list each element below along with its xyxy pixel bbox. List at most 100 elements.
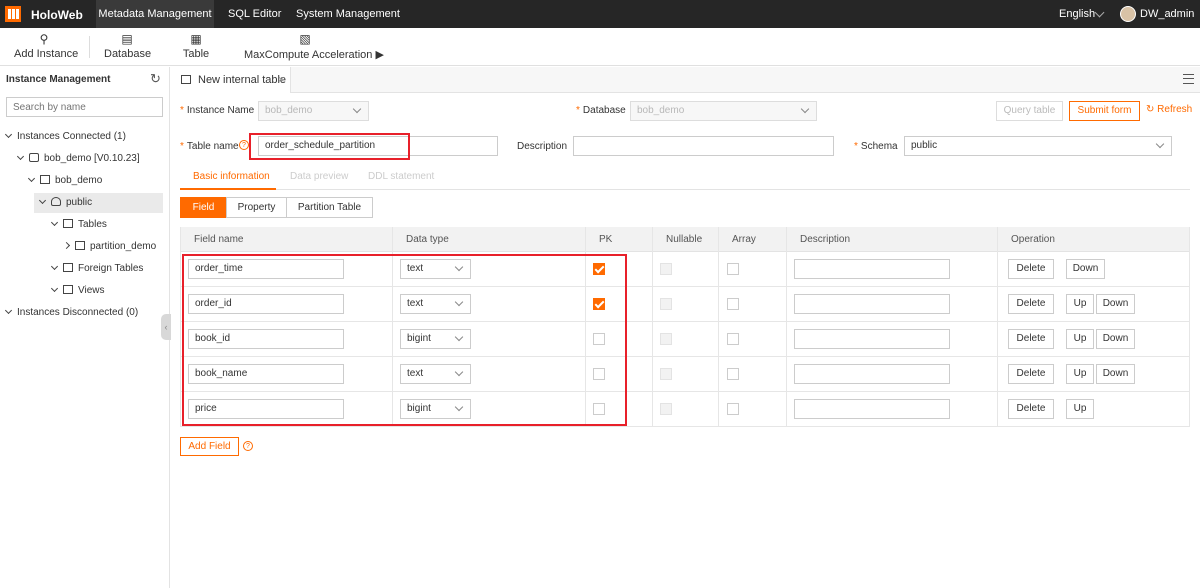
refresh-icon: ↻ bbox=[1146, 104, 1155, 115]
close-icon[interactable]: × bbox=[278, 67, 284, 93]
toolbar: ⚲ Add Instance ▤ Database ▦ Table ▧ MaxC… bbox=[0, 28, 1200, 66]
help-icon[interactable]: ? bbox=[239, 140, 249, 150]
database-select: bob_demo bbox=[630, 101, 817, 121]
tree-foreign-tables[interactable]: Foreign Tables bbox=[50, 260, 143, 278]
tree-table-partition-demo[interactable]: partition_demo bbox=[62, 238, 156, 256]
down-button[interactable]: Down bbox=[1066, 259, 1105, 279]
database-icon bbox=[40, 175, 50, 184]
highlight-box bbox=[182, 254, 627, 426]
nav-tab-metadata-management[interactable]: Metadata Management bbox=[96, 0, 214, 28]
chevron-left-icon[interactable]: ‹ bbox=[165, 322, 168, 332]
tab-basic-information[interactable]: Basic information bbox=[193, 171, 270, 182]
chevron-down-icon[interactable] bbox=[27, 174, 36, 183]
nav-tab-system-management[interactable]: System Management bbox=[296, 0, 400, 28]
col-operation: Operation bbox=[1011, 234, 1055, 245]
down-button[interactable]: Down bbox=[1096, 364, 1135, 384]
refresh-button[interactable]: ↻ Refresh bbox=[1146, 104, 1192, 115]
array-checkbox[interactable] bbox=[727, 368, 739, 380]
tree-views[interactable]: Views bbox=[50, 282, 105, 300]
delete-button[interactable]: Delete bbox=[1008, 294, 1054, 314]
down-button[interactable]: Down bbox=[1096, 329, 1135, 349]
foreign-table-icon bbox=[63, 263, 73, 272]
add-instance-label: Add Instance bbox=[14, 48, 79, 60]
username[interactable]: DW_admin bbox=[1140, 0, 1194, 28]
add-instance-button[interactable]: ⚲ Add Instance bbox=[14, 32, 79, 60]
collapse-sidebar-handle[interactable]: ‹ bbox=[161, 314, 171, 340]
plug-icon: ⚲ bbox=[39, 32, 49, 46]
description-input[interactable] bbox=[794, 364, 950, 384]
database-button[interactable]: ▤ Database bbox=[104, 32, 152, 60]
delete-button[interactable]: Delete bbox=[1008, 364, 1054, 384]
up-button[interactable]: Up bbox=[1066, 364, 1094, 384]
table-button[interactable]: ▦ Table bbox=[180, 32, 212, 60]
description-label: Description bbox=[517, 141, 568, 152]
search-input[interactable] bbox=[6, 97, 163, 117]
editor-tab-bar: New internal table × bbox=[171, 67, 1200, 93]
maxcompute-acceleration-button[interactable]: ▧ MaxCompute Acceleration ▶ bbox=[244, 32, 384, 61]
array-checkbox[interactable] bbox=[727, 403, 739, 415]
description-input[interactable] bbox=[794, 399, 950, 419]
schema-icon bbox=[51, 197, 61, 206]
down-button[interactable]: Down bbox=[1096, 294, 1135, 314]
highlight-box bbox=[249, 133, 410, 160]
chevron-down-icon[interactable] bbox=[50, 262, 59, 271]
instance-icon bbox=[29, 153, 39, 162]
table-name-label: * Table name bbox=[180, 141, 239, 152]
active-tab-indicator bbox=[180, 188, 276, 190]
language-selector[interactable]: English bbox=[1059, 0, 1095, 28]
table-icon bbox=[75, 241, 85, 250]
sidebar-title: Instance Management bbox=[6, 74, 111, 85]
up-button[interactable]: Up bbox=[1066, 294, 1094, 314]
delete-button[interactable]: Delete bbox=[1008, 399, 1054, 419]
toolbar-divider bbox=[89, 36, 90, 58]
array-checkbox[interactable] bbox=[727, 333, 739, 345]
chevron-down-icon[interactable] bbox=[38, 196, 47, 205]
nullable-checkbox bbox=[660, 263, 672, 275]
array-checkbox[interactable] bbox=[727, 263, 739, 275]
segment-field[interactable]: Field bbox=[180, 197, 227, 218]
array-checkbox[interactable] bbox=[727, 298, 739, 310]
brand-name: HoloWeb bbox=[31, 8, 83, 22]
col-pk: PK bbox=[599, 234, 613, 245]
tree-instances-connected[interactable]: Instances Connected (1) bbox=[4, 128, 126, 146]
segment-partition-table[interactable]: Partition Table bbox=[286, 197, 373, 218]
submit-form-button[interactable]: Submit form bbox=[1069, 101, 1140, 121]
top-nav-bar: HoloWeb Metadata Management SQL Editor S… bbox=[0, 0, 1200, 28]
play-icon: ▶ bbox=[375, 49, 384, 61]
chevron-down-icon[interactable] bbox=[4, 130, 13, 139]
description-input[interactable] bbox=[794, 259, 950, 279]
tree-database-bob-demo[interactable]: bob_demo bbox=[27, 172, 102, 190]
avatar[interactable] bbox=[1120, 6, 1136, 22]
description-input[interactable] bbox=[794, 294, 950, 314]
segment-property[interactable]: Property bbox=[226, 197, 287, 218]
chevron-down-icon[interactable] bbox=[16, 152, 25, 161]
description-input[interactable] bbox=[573, 136, 834, 156]
chevron-down-icon[interactable] bbox=[1155, 139, 1165, 149]
chevron-down-icon[interactable] bbox=[50, 218, 59, 227]
chevron-right-icon[interactable] bbox=[62, 241, 71, 250]
chevron-down-icon[interactable] bbox=[4, 306, 13, 315]
chevron-down-icon[interactable] bbox=[50, 284, 59, 293]
description-input[interactable] bbox=[794, 329, 950, 349]
database-label: Database bbox=[104, 48, 152, 60]
delete-button[interactable]: Delete bbox=[1008, 329, 1054, 349]
tree-schema-public[interactable]: public bbox=[38, 194, 92, 212]
tab-new-internal-table[interactable]: New internal table × bbox=[171, 67, 291, 93]
add-field-button[interactable]: Add Field bbox=[180, 437, 239, 456]
refresh-icon[interactable]: ↻ bbox=[150, 71, 161, 87]
query-table-button[interactable]: Query table bbox=[996, 101, 1063, 121]
table-icon bbox=[63, 219, 73, 228]
tree-instance-bob-demo[interactable]: bob_demo [V0.10.23] bbox=[16, 150, 140, 168]
up-button[interactable]: Up bbox=[1066, 329, 1094, 349]
up-button[interactable]: Up bbox=[1066, 399, 1094, 419]
tree-tables[interactable]: Tables bbox=[50, 216, 107, 234]
nullable-checkbox bbox=[660, 333, 672, 345]
table-icon: ▦ bbox=[190, 32, 202, 46]
chevron-down-icon[interactable] bbox=[1094, 7, 1105, 18]
menu-icon[interactable] bbox=[1183, 74, 1194, 84]
help-icon[interactable]: ? bbox=[243, 441, 253, 451]
tree-instances-disconnected[interactable]: Instances Disconnected (0) bbox=[4, 304, 138, 322]
schema-select[interactable]: public bbox=[904, 136, 1172, 156]
nav-tab-sql-editor[interactable]: SQL Editor bbox=[228, 0, 281, 28]
delete-button[interactable]: Delete bbox=[1008, 259, 1054, 279]
